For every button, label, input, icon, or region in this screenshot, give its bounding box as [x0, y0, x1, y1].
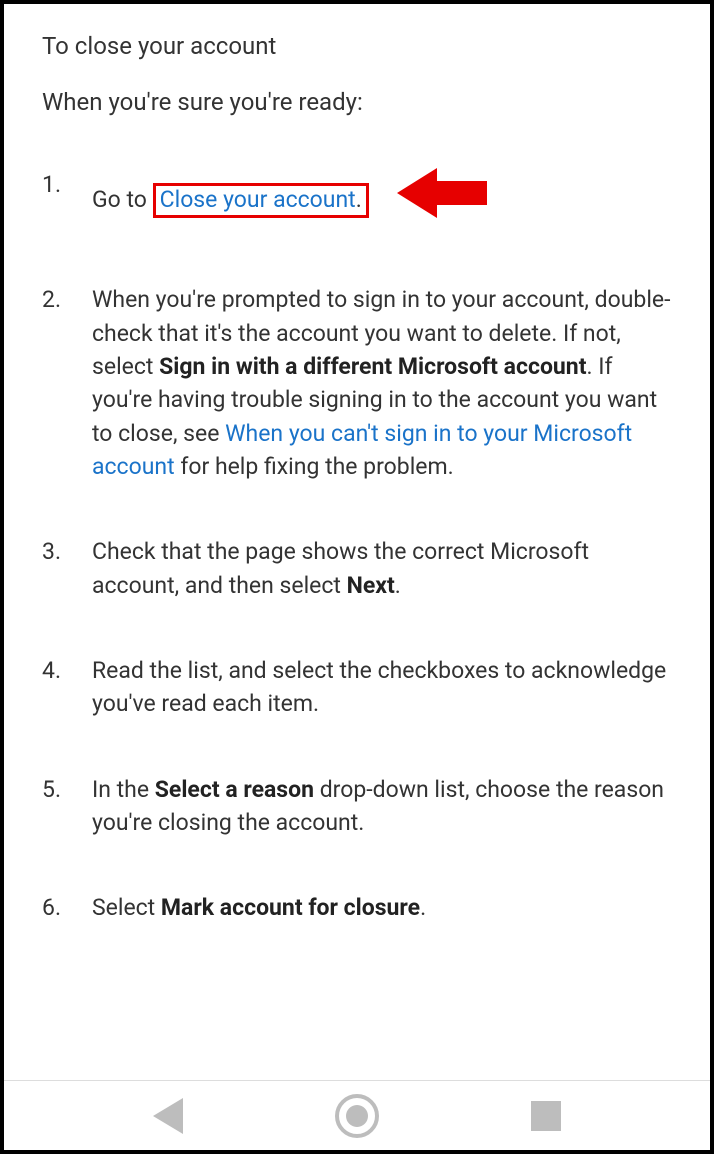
recent-apps-button[interactable]: [516, 1086, 576, 1146]
step-3-bold: Next: [347, 572, 395, 599]
step-1-suffix: .: [356, 186, 362, 213]
android-nav-bar: [4, 1080, 710, 1150]
back-button[interactable]: [138, 1086, 198, 1146]
step-6-suffix: .: [420, 894, 426, 921]
intro-text: When you're sure you're ready:: [42, 88, 672, 116]
step-4-text: Read the list, and select the checkboxes…: [92, 657, 666, 717]
document-content: To close your account When you're sure y…: [4, 4, 710, 1080]
red-arrow-icon: [397, 166, 487, 229]
highlight-box: Close your account.: [153, 183, 369, 218]
step-2: When you're prompted to sign in to your …: [42, 283, 672, 483]
step-6: Select Mark account for closure.: [42, 891, 672, 924]
step-6-prefix: Select: [92, 894, 161, 921]
page-heading: To close your account: [42, 32, 672, 60]
step-2-bold-1: Sign in with a different Microsoft accou…: [159, 353, 586, 380]
home-icon: [335, 1094, 379, 1138]
step-2-suffix: for help fixing the problem.: [175, 453, 454, 480]
step-3-suffix: .: [395, 572, 401, 599]
step-1-prefix: Go to: [92, 186, 153, 213]
close-account-link[interactable]: Close your account: [160, 186, 356, 213]
step-1: Go to Close your account.: [42, 168, 672, 231]
step-5: In the Select a reason drop-down list, c…: [42, 773, 672, 840]
step-4: Read the list, and select the checkboxes…: [42, 654, 672, 721]
steps-list: Go to Close your account. When you're pr…: [42, 168, 672, 925]
step-5-prefix: In the: [92, 776, 155, 803]
recent-icon: [531, 1101, 561, 1131]
step-3: Check that the page shows the correct Mi…: [42, 535, 672, 602]
step-3-prefix: Check that the page shows the correct Mi…: [92, 538, 589, 598]
step-6-bold: Mark account for closure: [161, 894, 420, 921]
step-5-bold: Select a reason: [155, 776, 314, 803]
back-icon: [153, 1098, 183, 1134]
home-button[interactable]: [327, 1086, 387, 1146]
